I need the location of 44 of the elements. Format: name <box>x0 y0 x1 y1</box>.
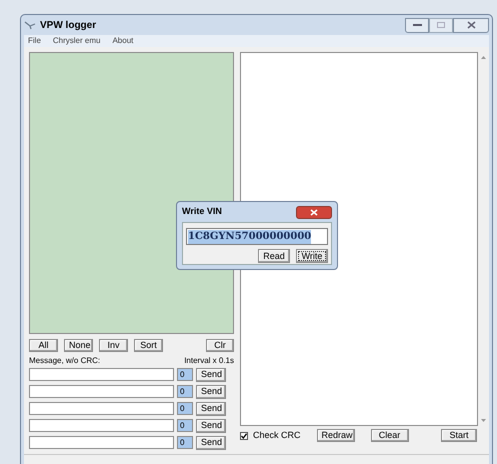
list-button[interactable]: Sort <box>134 339 163 352</box>
menu-item[interactable]: File <box>28 35 41 47</box>
message-field[interactable] <box>29 385 174 398</box>
interval-field[interactable]: 0 <box>177 368 193 381</box>
check-crc-checkbox[interactable] <box>240 432 248 440</box>
message-field[interactable] <box>29 436 174 449</box>
send-button[interactable]: Send <box>196 368 226 382</box>
list-button[interactable]: None <box>64 339 93 352</box>
close-button[interactable] <box>453 18 489 32</box>
send-button[interactable]: Send <box>196 402 226 416</box>
list-button[interactable]: Inv <box>99 339 128 352</box>
vin-text: 1C8GYN57000000000 <box>188 230 312 244</box>
action-button[interactable]: Clear <box>370 429 409 442</box>
message-label: Message, w/o CRC: <box>29 355 100 367</box>
action-button[interactable]: Redraw <box>316 429 355 442</box>
close-button[interactable] <box>296 206 332 218</box>
dialog-title: Write VIN <box>182 205 222 218</box>
menu-item[interactable]: About <box>112 35 134 47</box>
send-button[interactable]: Send <box>196 418 226 432</box>
list-button[interactable]: Clr <box>206 339 234 352</box>
start-button[interactable]: Start <box>441 429 477 442</box>
send-button[interactable]: Send <box>196 436 226 450</box>
send-button[interactable]: Send <box>196 384 226 398</box>
interval-field[interactable]: 0 <box>177 402 193 415</box>
close-icon <box>466 21 476 29</box>
interval-field[interactable]: 0 <box>177 419 193 432</box>
menu-item[interactable]: Chrysler emu <box>52 35 100 47</box>
message-field[interactable] <box>29 419 174 432</box>
interval-field[interactable]: 0 <box>177 385 193 398</box>
window-title: VPW logger <box>40 18 96 32</box>
scroll-up-icon[interactable] <box>481 56 486 59</box>
check-crc-label: Check CRC <box>253 428 301 442</box>
message-field[interactable] <box>29 368 174 381</box>
app-icon <box>24 20 36 30</box>
interval-field[interactable]: 0 <box>177 436 193 449</box>
vin-field[interactable]: 1C8GYN57000000000 <box>186 228 328 245</box>
interval-label: Interval x 0.1s <box>184 355 234 367</box>
close-icon <box>310 208 318 216</box>
dialog-button[interactable]: Write <box>296 249 328 263</box>
dialog-button[interactable]: Read <box>258 249 290 263</box>
scroll-down-icon[interactable] <box>481 419 486 422</box>
message-field[interactable] <box>29 402 174 415</box>
minimize-button[interactable] <box>405 18 429 32</box>
list-button[interactable]: All <box>29 339 58 352</box>
